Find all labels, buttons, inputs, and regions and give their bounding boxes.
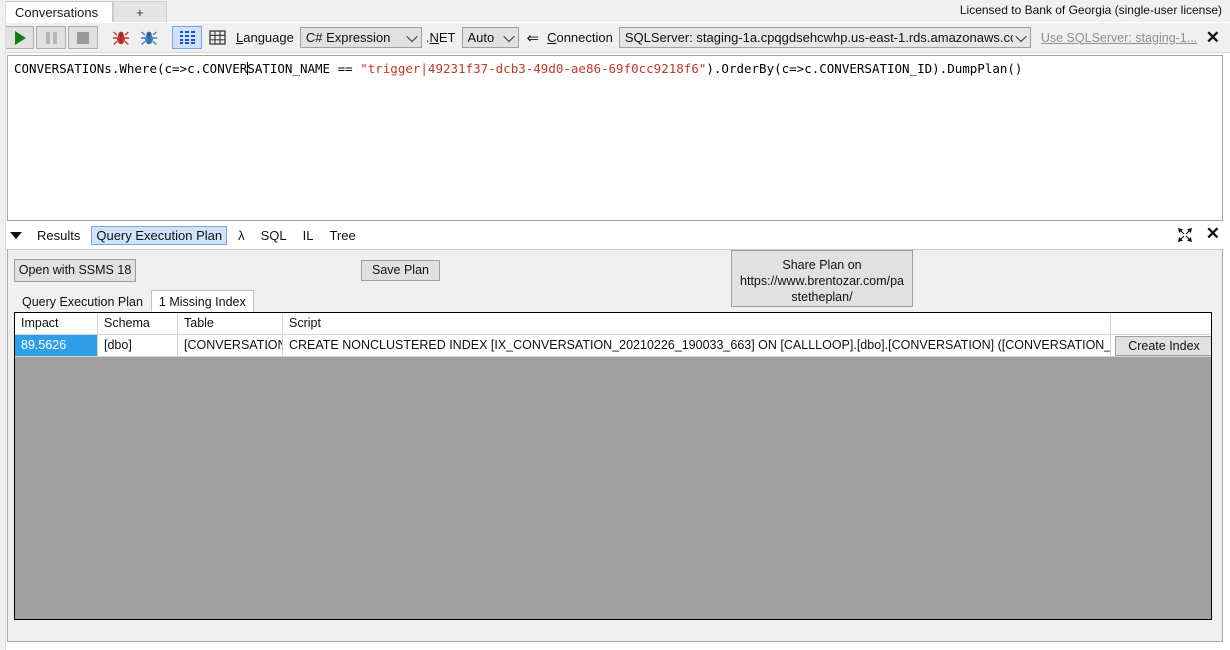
document-tab-conversations[interactable]: Conversations xyxy=(0,1,114,22)
plan-subtabs: Query Execution Plan 1 Missing Index xyxy=(14,290,254,312)
language-value: C# Expression xyxy=(305,30,391,45)
left-rail-outer xyxy=(0,0,6,650)
stop-icon xyxy=(77,31,89,44)
code-after-caret: SATION_NAME == xyxy=(247,61,361,76)
share-plan-button[interactable]: Share Plan on https://www.brentozar.com/… xyxy=(731,250,913,307)
share-plan-line-1: Share Plan on xyxy=(782,258,862,272)
subtab-query-execution-plan[interactable]: Query Execution Plan xyxy=(14,290,151,312)
new-document-tab[interactable]: + xyxy=(113,1,167,22)
tab-tree[interactable]: Tree xyxy=(324,226,360,245)
debug-alt-button[interactable] xyxy=(136,26,162,49)
connection-select[interactable]: SQLServer: staging-1a.cpqgdsehcwhp.us-ea… xyxy=(618,27,1031,48)
language-label: Language xyxy=(236,30,294,45)
share-plan-line-2: https://www.brentozar.com/pa xyxy=(740,274,904,288)
debug-button[interactable] xyxy=(108,26,134,49)
chevron-down-icon xyxy=(1013,30,1030,42)
pause-button[interactable] xyxy=(36,26,66,49)
grid-output-button[interactable] xyxy=(204,26,230,49)
document-tabstrip: Conversations + xyxy=(0,0,167,22)
column-header-script[interactable]: Script xyxy=(283,313,1111,334)
pause-icon xyxy=(45,31,57,44)
cell-table[interactable]: [CONVERSATION] xyxy=(178,335,283,356)
tab-query-execution-plan[interactable]: Query Execution Plan xyxy=(91,225,228,245)
grid-output-icon xyxy=(208,30,226,45)
red-bug-icon xyxy=(113,30,129,45)
chevron-down-icon xyxy=(404,30,421,42)
license-text: Licensed to Bank of Georgia (single-user… xyxy=(959,3,1222,17)
use-connection-link[interactable]: Use SQLServer: staging-1... xyxy=(1041,31,1197,45)
column-header-schema[interactable]: Schema xyxy=(98,313,178,334)
rich-output-icon xyxy=(179,31,195,44)
code-prefix: CONVERSATIONs.Where(c=>c.CONVER xyxy=(14,61,248,76)
execution-plan-panel: Open with SSMS 18 Save Plan Share Plan o… xyxy=(7,249,1223,642)
connection-value: SQLServer: staging-1a.cpqgdsehcwhp.us-ea… xyxy=(624,30,1013,45)
create-index-button[interactable]: Create Index xyxy=(1115,336,1211,356)
cell-schema[interactable]: [dbo] xyxy=(98,335,178,356)
cell-action: Create Index xyxy=(1111,335,1211,356)
column-header-table[interactable]: Table xyxy=(178,313,283,334)
save-plan-button[interactable]: Save Plan xyxy=(361,260,440,281)
column-header-impact[interactable]: Impact xyxy=(15,313,98,334)
net-version-select[interactable]: Auto xyxy=(461,27,519,48)
tab-sql[interactable]: SQL xyxy=(256,226,292,245)
cell-impact[interactable]: 89.5626 xyxy=(15,335,98,356)
expand-arrows-icon xyxy=(1178,228,1192,242)
open-with-ssms-button[interactable]: Open with SSMS 18 xyxy=(14,259,136,282)
language-select[interactable]: C# Expression xyxy=(299,27,422,48)
close-icon[interactable]: ✕ xyxy=(1206,29,1220,46)
rich-output-button[interactable] xyxy=(172,26,202,49)
cell-script[interactable]: CREATE NONCLUSTERED INDEX [IX_CONVERSATI… xyxy=(283,335,1111,356)
net-value: Auto xyxy=(467,30,495,45)
run-button[interactable] xyxy=(4,26,34,49)
column-header-action[interactable] xyxy=(1111,313,1211,334)
query-code-line: CONVERSATIONs.Where(c=>c.CONVERSATION_NA… xyxy=(8,56,1222,77)
share-plan-line-3: stetheplan/ xyxy=(791,290,853,304)
caret-down-icon[interactable] xyxy=(10,231,22,239)
left-arrow-icon: ⇐ xyxy=(526,29,540,47)
code-suffix: ).OrderBy(c=>c.CONVERSATION_ID).DumpPlan… xyxy=(706,61,1023,76)
net-label: .NET xyxy=(425,30,456,45)
results-close-icon[interactable]: ✕ xyxy=(1206,224,1220,244)
tab-results[interactable]: Results xyxy=(32,226,85,245)
expand-arrows-button[interactable] xyxy=(1176,226,1194,244)
tab-lambda[interactable]: λ xyxy=(233,226,250,245)
stop-button[interactable] xyxy=(68,26,98,49)
code-string-literal: "trigger|49231f37-dcb3-49d0-ae86-69f0cc9… xyxy=(360,61,707,76)
query-editor[interactable]: CONVERSATIONs.Where(c=>c.CONVERSATION_NA… xyxy=(7,55,1223,221)
blue-bug-icon xyxy=(141,30,157,45)
missing-index-grid[interactable]: Impact Schema Table Script 89.5626 [dbo]… xyxy=(14,312,1212,620)
connection-label: Connection xyxy=(547,30,613,45)
results-tabbar: Results Query Execution Plan λ SQL IL Tr… xyxy=(0,223,1230,247)
window-titlebar: Conversations + Licensed to Bank of Geor… xyxy=(0,0,1230,23)
table-row[interactable]: 89.5626 [dbo] [CONVERSATION] CREATE NONC… xyxy=(15,335,1211,357)
main-toolbar: Language C# Expression .NET Auto ⇐ Conne… xyxy=(0,23,1230,53)
grid-header-row: Impact Schema Table Script xyxy=(15,313,1211,335)
subtab-missing-index[interactable]: 1 Missing Index xyxy=(150,290,254,312)
chevron-down-icon xyxy=(501,30,518,42)
tab-il[interactable]: IL xyxy=(298,226,319,245)
play-icon xyxy=(15,30,26,45)
